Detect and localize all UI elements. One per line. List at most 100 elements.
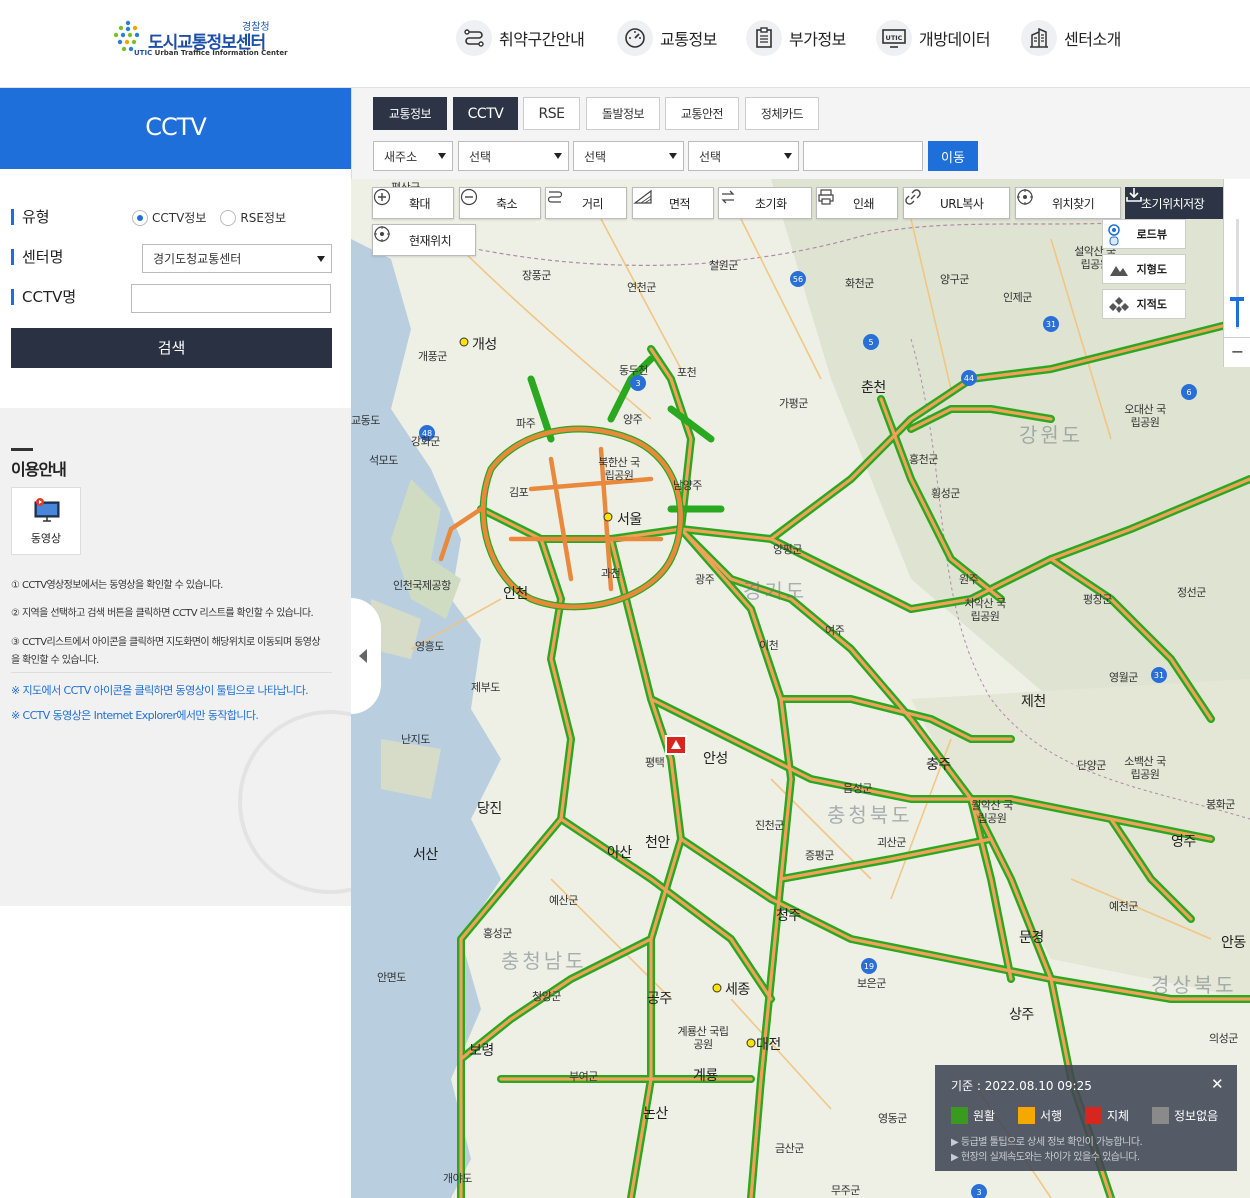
zoom-out-button[interactable]: 축소 bbox=[459, 187, 541, 219]
building-icon bbox=[1021, 20, 1057, 56]
map-label: 계룡산 국립공원 bbox=[677, 1025, 729, 1051]
video-guide-tile[interactable]: 동영상 bbox=[11, 487, 81, 555]
zoom-slider[interactable]: − bbox=[1223, 179, 1250, 367]
legend-label: 원활 bbox=[973, 1109, 996, 1123]
map-label-region: 경상북도 bbox=[1151, 973, 1237, 997]
close-icon[interactable]: ✕ bbox=[1211, 1075, 1224, 1093]
url-copy-button[interactable]: URL복사 bbox=[903, 187, 1010, 219]
address-type-select[interactable]: 새주소 bbox=[373, 141, 453, 171]
radio-dot bbox=[220, 209, 237, 226]
tab-cctv[interactable]: CCTV bbox=[453, 97, 518, 130]
map-type-label: 지적도 bbox=[1136, 298, 1167, 311]
zoom-level-fill bbox=[1236, 301, 1239, 327]
traffic-legend: 기준 : 2022.08.10 09:25 ✕ 원활 서행 지체 정보없음 ▶ … bbox=[935, 1065, 1237, 1171]
nav-item-center-intro[interactable]: 센터소개 bbox=[1021, 18, 1121, 58]
cadastral-map-button[interactable]: 지적도 bbox=[1102, 289, 1186, 319]
guide-line: ① CCTV영상정보에서는 동영상을 확인할 수 있습니다. bbox=[11, 580, 223, 591]
type-radio-group: CCTV정보 RSE정보 bbox=[132, 209, 300, 226]
search-button[interactable]: 검색 bbox=[11, 328, 332, 368]
region-select-1[interactable]: 선택 bbox=[458, 141, 569, 171]
map-label: 난지도 bbox=[401, 733, 430, 746]
go-button[interactable]: 이동 bbox=[928, 141, 978, 171]
center-select[interactable]: 경기도청교통센터 bbox=[142, 244, 332, 273]
address-keyword-input[interactable] bbox=[803, 141, 923, 171]
map-label: 김포 bbox=[509, 486, 529, 499]
nav-item-vulnerable-sections[interactable]: 취약구간안내 bbox=[456, 18, 585, 58]
region-select-3[interactable]: 선택 bbox=[688, 141, 799, 171]
center-row: 센터명 bbox=[11, 242, 63, 272]
map-label: 영월군 bbox=[1109, 671, 1138, 684]
center-select-value: 경기도청교통센터 bbox=[153, 252, 242, 266]
area-icon bbox=[633, 189, 661, 212]
tab-rse[interactable]: RSE bbox=[523, 97, 580, 130]
nav-item-traffic-info[interactable]: 교통정보 bbox=[617, 18, 717, 58]
tool-label: 현재위치 bbox=[409, 233, 452, 248]
cctv-name-input[interactable] bbox=[131, 284, 331, 313]
current-location-button[interactable]: 현재위치 bbox=[372, 224, 476, 256]
map-label: 양구군 bbox=[940, 273, 969, 286]
map-label-city: 안성 bbox=[703, 751, 728, 767]
guide-note: ※ CCTV 동영상은 Internet Explorer에서만 동작합니다. bbox=[11, 709, 259, 722]
map-label-city: 논산 bbox=[643, 1106, 668, 1122]
utic-logo[interactable]: 경찰청 도시교통정보센터 UTIC Urban Traffice Informa… bbox=[112, 18, 288, 62]
svg-text:3: 3 bbox=[976, 1188, 981, 1197]
radio-cctv[interactable]: CCTV정보 bbox=[132, 209, 206, 226]
region-select-2[interactable]: 선택 bbox=[573, 141, 684, 171]
map-label: 광주 bbox=[695, 573, 715, 586]
tab-traffic-safety[interactable]: 교통안전 bbox=[665, 97, 739, 130]
download-icon bbox=[1126, 188, 1142, 202]
zoom-out-small-button[interactable]: − bbox=[1224, 337, 1250, 367]
legend-label: 서행 bbox=[1040, 1109, 1063, 1123]
zoom-in-button[interactable]: 확대 bbox=[372, 187, 454, 219]
monitor-icon: UTIC bbox=[876, 20, 912, 56]
legend-swatch bbox=[1018, 1107, 1035, 1124]
map-label-city: 안동 bbox=[1221, 935, 1246, 951]
traffic-map[interactable]: 56 5 44 31 6 48 3 31 19 3 평산군 철원군 화천군 양구… bbox=[351, 179, 1250, 1198]
map-label: 부여군 bbox=[569, 1070, 598, 1083]
radio-rse[interactable]: RSE정보 bbox=[220, 209, 286, 226]
plus-circle-icon bbox=[373, 188, 401, 212]
nav-item-open-data[interactable]: UTIC 개방데이터 bbox=[876, 18, 991, 58]
map-label: 장풍군 bbox=[522, 269, 551, 282]
map-label: 화천군 bbox=[845, 277, 874, 290]
map-label-city: 아산 bbox=[607, 845, 632, 861]
distance-button[interactable]: 거리 bbox=[545, 187, 627, 219]
panel-collapse-handle[interactable] bbox=[351, 598, 381, 714]
legend-swatch bbox=[951, 1107, 968, 1124]
tool-label: 축소 bbox=[496, 196, 518, 211]
print-button[interactable]: 인쇄 bbox=[816, 187, 898, 219]
map-label: 파주 bbox=[516, 417, 536, 430]
tab-traffic-info[interactable]: 교통정보 bbox=[373, 97, 447, 130]
map-label-city: 천안 bbox=[645, 835, 670, 851]
svg-text:44: 44 bbox=[964, 374, 974, 383]
map-label: 영흥도 bbox=[415, 640, 444, 653]
svg-text:5: 5 bbox=[868, 338, 873, 347]
map-label: 석모도 bbox=[369, 454, 398, 467]
map-label: 여주 bbox=[825, 624, 845, 637]
logo-subtitle: UTIC Urban Traffice Information Center bbox=[134, 49, 288, 57]
map-label-city: 영주 bbox=[1171, 834, 1196, 850]
guide-line: ③ CCTV리스트에서 아이콘을 클릭하면 지도화면이 해당위치로 이동되며 동… bbox=[11, 637, 321, 666]
nav-label: 부가정보 bbox=[789, 30, 846, 49]
map-label: 안면도 bbox=[377, 971, 406, 984]
map-label: 이천 bbox=[759, 639, 779, 652]
map-label: 소백산 국립공원 bbox=[1124, 755, 1166, 781]
area-button[interactable]: 면적 bbox=[632, 187, 714, 219]
printer-icon bbox=[818, 189, 845, 212]
svg-text:UTIC: UTIC bbox=[886, 34, 903, 42]
crosshair-icon bbox=[1017, 189, 1044, 212]
map-label-city: 상주 bbox=[1009, 1007, 1034, 1023]
reset-button[interactable]: 초기화 bbox=[718, 187, 812, 219]
tab-congestion-card[interactable]: 정체카드 bbox=[745, 97, 819, 130]
terrain-map-button[interactable]: 지형도 bbox=[1102, 254, 1186, 284]
roadview-button[interactable]: 로드뷰 bbox=[1102, 219, 1186, 249]
left-panel: CCTV 유형 CCTV정보 RSE정보 센터명 경기도청교통센터 CCTV명 … bbox=[0, 88, 351, 1198]
find-location-button[interactable]: 위치찾기 bbox=[1015, 187, 1121, 219]
map-label: 예산군 bbox=[549, 894, 578, 907]
map-label: 예천군 bbox=[1109, 900, 1138, 913]
tab-incident[interactable]: 돌발정보 bbox=[586, 97, 660, 130]
map-label: 원주 bbox=[959, 573, 979, 586]
nav-item-additional-info[interactable]: 부가정보 bbox=[746, 18, 846, 58]
minus-circle-icon bbox=[460, 188, 488, 212]
map-label: 평택 bbox=[645, 756, 665, 769]
